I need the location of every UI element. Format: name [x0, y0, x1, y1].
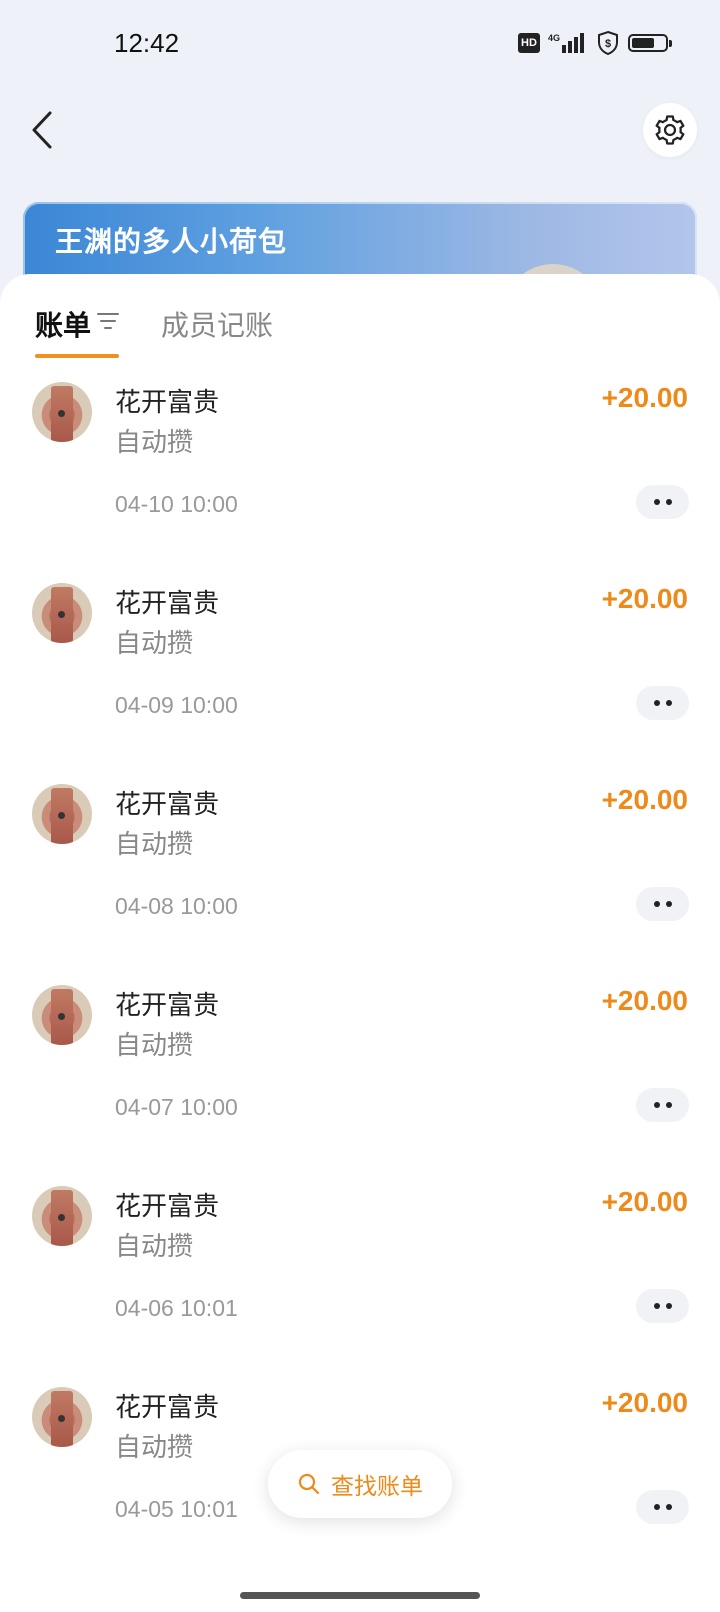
tab-member-bookkeeping[interactable]: 成员记账 [161, 304, 273, 344]
bill-amount: +20.00 [601, 1387, 688, 1418]
bill-amount: +20.00 [601, 382, 688, 413]
bill-sheet: 账单 成员记账 花开富贵 自动攒 +20.00 04-10 10:00 花开富贵… [0, 274, 720, 1612]
payer-avatar [32, 784, 92, 844]
bill-item[interactable]: 花开富贵 自动攒 +20.00 04-09 10:00 [0, 575, 720, 776]
bill-amount: +20.00 [601, 583, 688, 614]
bill-desc: 自动攒 [115, 1433, 194, 1463]
bill-amount: +20.00 [601, 985, 688, 1016]
bill-desc: 自动攒 [115, 1232, 194, 1262]
more-dots-icon[interactable] [636, 1088, 689, 1122]
payer-avatar [32, 382, 92, 442]
more-dots-icon[interactable] [636, 485, 689, 519]
battery-icon [628, 34, 672, 52]
bill-date: 04-06 10:01 [115, 1295, 238, 1321]
settings-button[interactable] [643, 103, 697, 157]
shield-dollar-icon: $ [598, 30, 618, 56]
bill-date: 04-05 10:01 [115, 1496, 238, 1522]
filter-icon[interactable] [96, 310, 120, 332]
signal-icon: 4G [548, 33, 584, 53]
find-bill-label: 查找账单 [331, 1474, 423, 1500]
bill-name: 花开富贵 [115, 1393, 220, 1423]
home-indicator[interactable] [240, 1592, 480, 1599]
bill-date: 04-09 10:00 [115, 692, 238, 718]
payer-avatar [32, 985, 92, 1045]
bill-item[interactable]: 花开富贵 自动攒 +20.00 04-08 10:00 [0, 776, 720, 977]
more-dots-icon[interactable] [636, 1289, 689, 1323]
wallet-title: 王渊的多人小荷包 [55, 225, 288, 258]
bill-item[interactable]: 花开富贵 自动攒 +20.00 04-10 10:00 [0, 374, 720, 575]
status-time: 12:42 [114, 28, 180, 58]
bill-name: 花开富贵 [115, 388, 220, 418]
tab-bar: 账单 成员记账 [0, 274, 720, 364]
status-bar: 12:42 HD 4G $ [0, 0, 720, 90]
network-type-label: 4G [548, 33, 560, 43]
payer-avatar [32, 583, 92, 643]
bill-desc: 自动攒 [115, 629, 194, 659]
bill-desc: 自动攒 [115, 428, 194, 458]
back-button[interactable] [22, 106, 62, 154]
bill-item[interactable]: 花开富贵 自动攒 +20.00 04-07 10:00 [0, 977, 720, 1178]
bill-name: 花开富贵 [115, 991, 220, 1021]
hd-icon: HD [518, 33, 540, 53]
back-arrow-icon [32, 111, 52, 149]
payer-avatar [32, 1186, 92, 1246]
more-dots-icon[interactable] [636, 686, 689, 720]
payer-avatar [32, 1387, 92, 1447]
svg-text:$: $ [605, 38, 611, 50]
bill-name: 花开富贵 [115, 790, 220, 820]
gear-icon [655, 115, 685, 145]
bill-date: 04-10 10:00 [115, 491, 238, 517]
bill-name: 花开富贵 [115, 589, 220, 619]
bill-amount: +20.00 [601, 1186, 688, 1217]
system-icons: HD 4G $ [518, 30, 672, 56]
tab-active-indicator [35, 354, 119, 358]
search-icon [298, 1473, 320, 1495]
tab-bills[interactable]: 账单 [35, 304, 91, 344]
bill-date: 04-08 10:00 [115, 893, 238, 919]
bill-name: 花开富贵 [115, 1192, 220, 1222]
bill-desc: 自动攒 [115, 830, 194, 860]
find-bill-button[interactable]: 查找账单 [268, 1450, 452, 1518]
more-dots-icon[interactable] [636, 887, 689, 921]
bill-date: 04-07 10:00 [115, 1094, 238, 1120]
bill-amount: +20.00 [601, 784, 688, 815]
more-dots-icon[interactable] [636, 1490, 689, 1524]
bill-desc: 自动攒 [115, 1031, 194, 1061]
bill-item[interactable]: 花开富贵 自动攒 +20.00 04-06 10:01 [0, 1178, 720, 1379]
bill-list: 花开富贵 自动攒 +20.00 04-10 10:00 花开富贵 自动攒 +20… [0, 374, 720, 1580]
tab-bills-label: 账单 [35, 309, 92, 342]
